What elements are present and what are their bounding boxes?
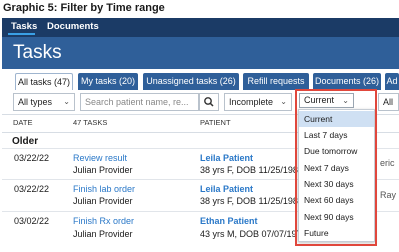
group-label: Older [12, 136, 39, 147]
search-placeholder: Search patient name, re... [85, 97, 189, 107]
row-patient-meta: 43 yrs M, DOB 07/07/1978 [200, 229, 307, 239]
top-nav: Tasks Documents [2, 18, 399, 37]
chevron-down-icon: ⌄ [280, 97, 287, 106]
row-provider: Julian Provider [73, 229, 133, 239]
row-date: 03/22/22 [14, 153, 50, 163]
tab-unassigned-tasks[interactable]: Unassigned tasks (26) [143, 73, 239, 90]
title-bar: Tasks [2, 37, 399, 69]
tab-truncated[interactable]: Ad [385, 73, 399, 90]
row-provider: Julian Provider [73, 196, 133, 206]
row-patient-meta: 38 yrs F, DOB 11/25/1983 [200, 196, 303, 206]
type-select-value: All types [18, 97, 53, 107]
highlight-box [295, 89, 377, 246]
truncated-select[interactable]: All [378, 93, 399, 111]
row-patient-meta: 38 yrs F, DOB 11/25/1983 [200, 165, 303, 175]
status-select[interactable]: Incomplete ⌄ [224, 93, 292, 111]
column-tasks: 47 TASKS [73, 118, 108, 127]
type-select[interactable]: All types ⌄ [13, 93, 75, 111]
row-truncated-cell: eric [380, 158, 395, 168]
row-patient-link[interactable]: Leila Patient [200, 153, 253, 163]
row-provider: Julian Provider [73, 165, 133, 175]
status-select-value: Incomplete [229, 97, 274, 107]
column-date[interactable]: DATE [13, 118, 32, 127]
page-title: Tasks [13, 42, 62, 63]
row-truncated-cell: Ray [380, 190, 397, 200]
row-task-link[interactable]: Finish Rx order [73, 216, 134, 226]
nav-tasks[interactable]: Tasks [11, 21, 37, 32]
tab-refill-requests[interactable]: Refill requests [243, 73, 309, 90]
tab-documents[interactable]: Documents (26) [313, 73, 381, 90]
column-patient[interactable]: PATIENT [200, 118, 231, 127]
nav-documents[interactable]: Documents [47, 21, 99, 32]
graphic-caption: Graphic 5: Filter by Time range [3, 2, 165, 14]
row-patient-link[interactable]: Leila Patient [200, 184, 253, 194]
search-input[interactable]: Search patient name, re... [80, 93, 199, 111]
search-button[interactable] [199, 93, 219, 111]
row-date: 03/02/22 [14, 216, 50, 226]
row-task-link[interactable]: Finish lab order [73, 184, 135, 194]
tab-my-tasks[interactable]: My tasks (20) [78, 73, 138, 90]
chevron-down-icon: ⌄ [63, 97, 70, 106]
nav-active-indicator [8, 33, 35, 35]
row-task-link[interactable]: Review result [73, 153, 127, 163]
search-icon [204, 97, 214, 107]
tab-all-tasks[interactable]: All tasks (47) [15, 73, 73, 90]
row-date: 03/22/22 [14, 184, 50, 194]
truncated-select-value: All [383, 97, 394, 107]
row-patient-link[interactable]: Ethan Patient [200, 216, 258, 226]
